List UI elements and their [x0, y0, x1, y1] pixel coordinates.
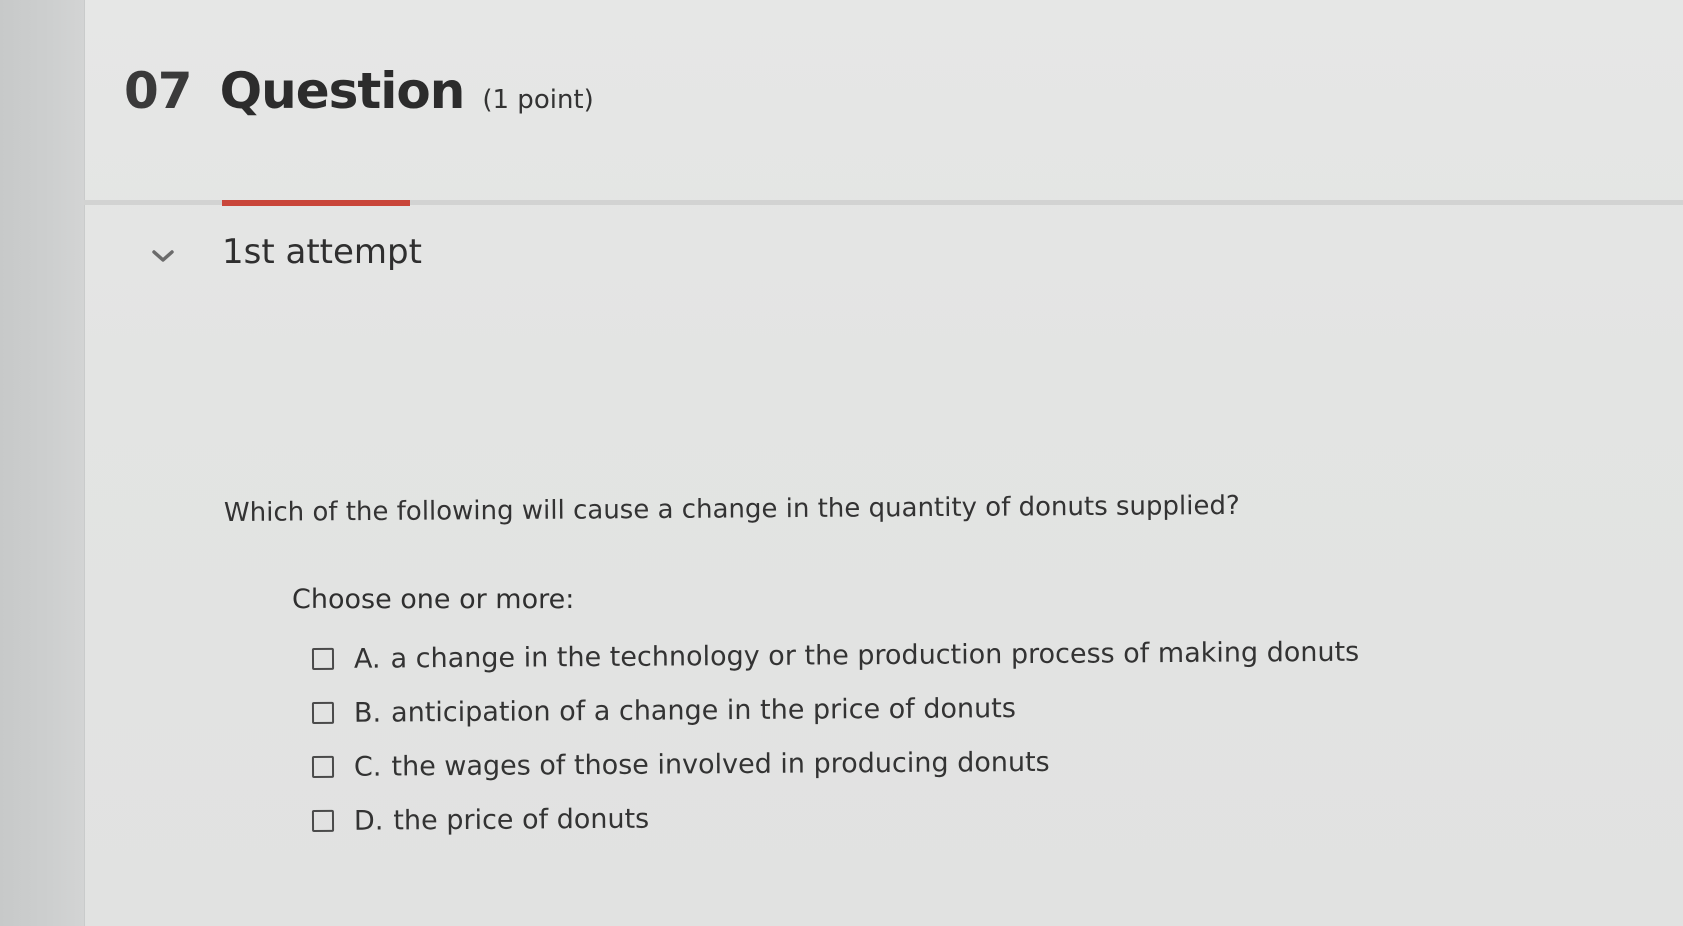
option-letter: D.	[353, 805, 384, 837]
question-header: 07 Question (1 point)	[124, 62, 594, 120]
checkbox-empty-icon[interactable]	[311, 701, 335, 724]
attempt-label[interactable]: 1st attempt	[222, 232, 422, 272]
option-text[interactable]: a change in the technology or the produc…	[390, 636, 1359, 674]
attempt-toggle[interactable]: 1st attempt	[148, 232, 422, 272]
question-title: Question	[219, 62, 466, 120]
attempt-tab-indicator	[222, 200, 410, 206]
option-letter: B.	[353, 697, 382, 729]
option-text[interactable]: the wages of those involved in producing…	[391, 746, 1049, 782]
option-b[interactable]: B. anticipation of a change in the price…	[311, 679, 1360, 740]
checkbox-empty-icon[interactable]	[311, 647, 335, 670]
option-d[interactable]: D. the price of donuts	[311, 787, 1360, 848]
checkbox-empty-icon[interactable]	[311, 809, 335, 832]
choose-instruction: Choose one or more:	[292, 584, 575, 615]
option-letter: C.	[353, 751, 382, 783]
left-gutter	[0, 0, 84, 926]
option-c[interactable]: C. the wages of those involved in produc…	[311, 733, 1360, 794]
option-a[interactable]: A. a change in the technology or the pro…	[311, 625, 1360, 686]
option-letter: A.	[353, 643, 381, 675]
answer-options: A. a change in the technology or the pro…	[311, 632, 1360, 848]
question-number: 07	[124, 62, 193, 120]
question-points: (1 point)	[482, 85, 594, 115]
checkbox-empty-icon[interactable]	[311, 755, 335, 778]
option-text[interactable]: the price of donuts	[393, 803, 649, 836]
option-text[interactable]: anticipation of a change in the price of…	[391, 693, 1016, 728]
chevron-down-icon[interactable]	[148, 241, 178, 271]
